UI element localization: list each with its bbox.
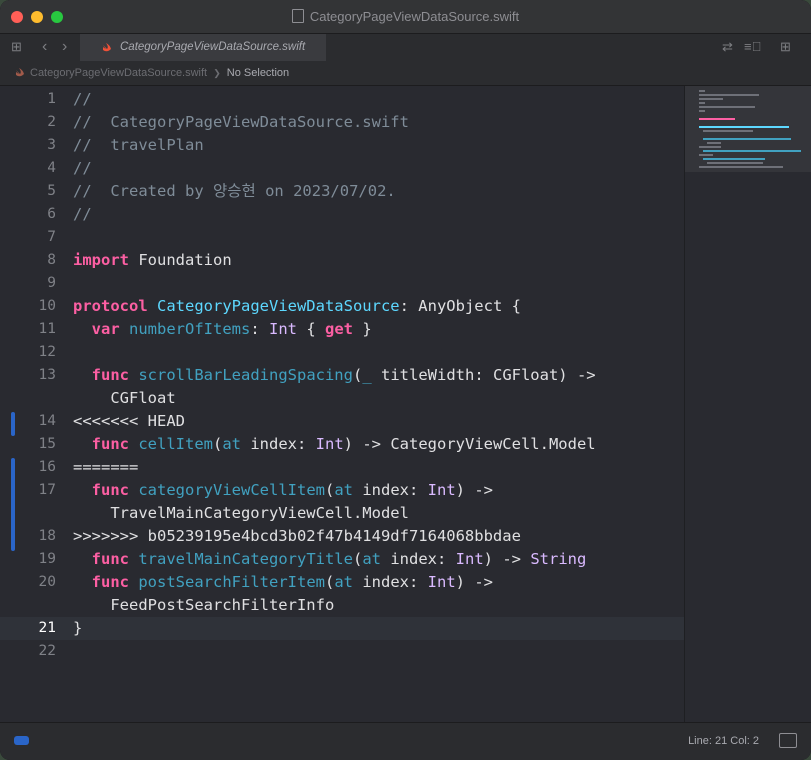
minimap[interactable] <box>684 86 811 722</box>
code-line[interactable]: FeedPostSearchFilterInfo <box>0 594 684 617</box>
code-text[interactable]: // <box>73 203 92 226</box>
code-text[interactable]: TravelMainCategoryViewCell.Model <box>73 502 409 525</box>
code-line[interactable]: CGFloat <box>0 387 684 410</box>
jump-bar: CategoryPageViewDataSource.swift ❯ No Se… <box>0 61 811 86</box>
grid-icon[interactable]: ⊞ <box>11 40 22 54</box>
code-line[interactable]: 15 func cellItem(at index: Int) -> Categ… <box>0 433 684 456</box>
line-number: 9 <box>47 275 56 291</box>
line-number: 16 <box>38 459 56 475</box>
code-text[interactable]: CGFloat <box>73 387 175 410</box>
tab-bar: ⊞ ‹ › CategoryPageViewDataSource.swift ⇄… <box>0 33 811 62</box>
code-text[interactable]: ======= <box>73 456 138 479</box>
line-number: 3 <box>47 137 56 153</box>
title-bar: CategoryPageViewDataSource.swift <box>0 0 811 33</box>
swap-icon[interactable]: ⇄ <box>722 40 733 54</box>
code-text[interactable]: // <box>73 88 92 111</box>
line-number: 5 <box>47 183 56 199</box>
line-number: 13 <box>38 367 56 383</box>
code-editor[interactable]: 1//2// CategoryPageViewDataSource.swift 3… <box>0 86 684 722</box>
code-text[interactable]: func scrollBarLeadingSpacing(_ titleWidt… <box>73 364 596 387</box>
line-number: 14 <box>38 413 56 429</box>
line-number: 21 <box>38 620 56 636</box>
code-text[interactable]: func categoryViewCellItem(at index: Int)… <box>73 479 493 502</box>
code-line[interactable]: 12 <box>0 341 684 364</box>
code-text[interactable]: protocol CategoryPageViewDataSource: Any… <box>73 295 521 318</box>
swift-icon <box>103 43 111 52</box>
code-line[interactable]: 19 func travelMainCategoryTitle(at index… <box>0 548 684 571</box>
code-text[interactable]: } <box>73 617 82 640</box>
code-line[interactable]: 20 func postSearchFilterItem(at index: I… <box>0 571 684 594</box>
line-number: 17 <box>38 482 56 498</box>
code-line[interactable]: 4 // <box>0 157 684 180</box>
code-text[interactable]: >>>>>>> b05239195e4bcd3b02f47b4149df7164… <box>73 525 521 548</box>
code-line[interactable]: 16 ======= <box>0 456 684 479</box>
line-number: 18 <box>38 528 56 544</box>
code-line[interactable]: 7 <box>0 226 684 249</box>
breadcrumb-symbol[interactable]: No Selection <box>227 67 289 79</box>
tab-label: CategoryPageViewDataSource.swift <box>120 41 306 53</box>
code-text[interactable]: // <box>73 157 92 180</box>
code-line[interactable]: 10 protocol CategoryPageViewDataSource: A… <box>0 295 684 318</box>
code-text[interactable]: FeedPostSearchFilterInfo <box>73 594 334 617</box>
code-line[interactable]: 3 // travelPlan <box>0 134 684 157</box>
code-line[interactable]: TravelMainCategoryViewCell.Model <box>0 502 684 525</box>
code-line[interactable]: 5 // Created by 양승현 on 2023/07/02. <box>0 180 684 203</box>
code-line[interactable]: 18 >>>>>>> b05239195e4bcd3b02f47b4149df71… <box>0 525 684 548</box>
xcode-window: CategoryPageViewDataSource.swift ⊞ ‹ › C… <box>0 0 811 760</box>
code-line[interactable]: 22 <box>0 640 684 663</box>
code-line[interactable]: 6 // <box>0 203 684 226</box>
code-text[interactable]: // Created by 양승현 on 2023/07/02. <box>73 180 396 203</box>
breadcrumb-file[interactable]: CategoryPageViewDataSource.swift <box>30 67 207 79</box>
code-line[interactable]: 1 // <box>0 88 684 111</box>
code-line[interactable]: 14 <<<<<<< HEAD <box>0 410 684 433</box>
code-text[interactable]: func postSearchFilterItem(at index: Int)… <box>73 571 493 594</box>
line-number: 6 <box>47 206 56 222</box>
code-text[interactable]: // CategoryPageViewDataSource.swift <box>73 111 409 134</box>
line-number: 12 <box>38 344 56 360</box>
code-line[interactable]: 11 var numberOfItems: Int { get } <box>0 318 684 341</box>
code-line[interactable]: 17 func categoryViewCellItem(at index: I… <box>0 479 684 502</box>
line-number: 1 <box>47 91 56 107</box>
line-number: 7 <box>47 229 56 245</box>
debug-area-toggle-icon[interactable] <box>14 736 29 745</box>
breadcrumb-separator: ❯ <box>213 68 221 78</box>
line-number: 22 <box>38 643 56 659</box>
forward-chevron-icon[interactable]: › <box>62 39 67 55</box>
sidebar-toggle-icon[interactable] <box>779 733 797 748</box>
code-line[interactable]: 9 <box>0 272 684 295</box>
line-number: 4 <box>47 160 56 176</box>
code-line[interactable]: 2 // CategoryPageViewDataSource.swift <box>0 111 684 134</box>
code-text[interactable]: func cellItem(at index: Int) -> Category… <box>73 433 596 456</box>
code-text[interactable]: <<<<<<< HEAD <box>73 410 185 433</box>
code-text[interactable]: import Foundation <box>73 249 232 272</box>
line-number: 19 <box>38 551 56 567</box>
swift-icon <box>16 68 24 77</box>
line-number: 15 <box>38 436 56 452</box>
cursor-position: Line: 21 Col: 2 <box>688 735 759 747</box>
inspector-icon[interactable]: ≡⃞ <box>744 40 761 54</box>
code-text[interactable]: var numberOfItems: Int { get } <box>73 318 372 341</box>
breadcrumb[interactable]: CategoryPageViewDataSource.swift ❯ No Se… <box>30 61 289 85</box>
line-number: 8 <box>47 252 56 268</box>
file-icon <box>291 9 304 23</box>
code-line[interactable]: 21} <box>0 617 684 640</box>
window-title: CategoryPageViewDataSource.swift <box>0 9 811 24</box>
code-text[interactable]: func travelMainCategoryTitle(at index: I… <box>73 548 587 571</box>
code-line[interactable]: 8 import Foundation <box>0 249 684 272</box>
line-number: 2 <box>47 114 56 130</box>
code-text[interactable]: // travelPlan <box>73 134 204 157</box>
line-number: 11 <box>38 321 56 337</box>
line-number: 10 <box>38 298 56 314</box>
tab-current-file[interactable]: CategoryPageViewDataSource.swift <box>80 34 326 61</box>
back-chevron-icon[interactable]: ‹ <box>42 39 47 55</box>
code-line[interactable]: 13 func scrollBarLeadingSpacing(_ titleW… <box>0 364 684 387</box>
status-bar: Line: 21 Col: 2 <box>0 722 811 760</box>
add-editor-icon[interactable]: ⊞ <box>780 40 791 54</box>
line-number: 20 <box>38 574 56 590</box>
